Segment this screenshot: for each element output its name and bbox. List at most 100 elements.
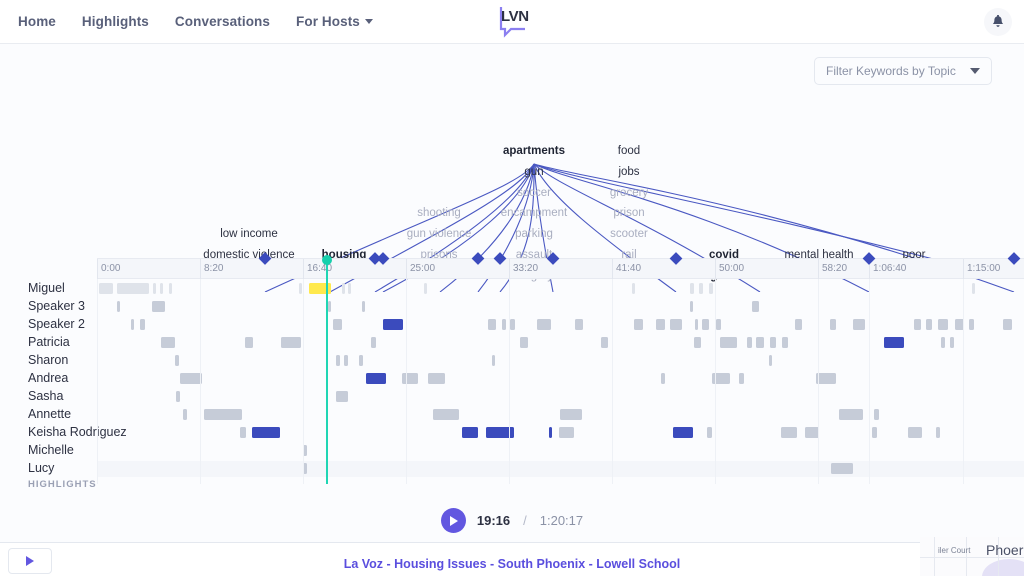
keyword-grocery[interactable]: grocery xyxy=(610,187,648,199)
timeline-segment-block[interactable] xyxy=(969,319,974,330)
keyword-prison[interactable]: prison xyxy=(613,207,644,219)
keyword-low-income[interactable]: low income xyxy=(220,228,278,240)
timeline-segment-block[interactable] xyxy=(299,283,302,294)
timeline-ruler[interactable]: 0:00 8:20 16:40 25:00 33:20 41:40 50:00 58:20 1:… xyxy=(97,258,1024,280)
timeline-segment-block[interactable] xyxy=(359,355,363,366)
timeline-row[interactable]: Keisha Rodriguez xyxy=(0,423,1024,441)
keyword-gun-violence[interactable]: gun violence xyxy=(407,228,472,240)
nav-item-for-hosts[interactable]: For Hosts xyxy=(296,14,373,29)
keyword-encampment[interactable]: encampment xyxy=(501,207,567,219)
timeline-segment-block[interactable] xyxy=(336,391,348,402)
timeline-segment-block[interactable] xyxy=(926,319,932,330)
timeline-segment-block[interactable] xyxy=(510,319,515,330)
playhead-knob[interactable] xyxy=(322,255,332,265)
timeline-accent-block[interactable] xyxy=(462,427,478,438)
timeline-segment-block[interactable] xyxy=(428,373,445,384)
keyword-soccer[interactable]: soccer xyxy=(517,187,551,199)
timeline-segment-block[interactable] xyxy=(694,337,701,348)
timeline-segment-block[interactable] xyxy=(830,319,836,330)
timeline-row[interactable]: Speaker 3 xyxy=(0,297,1024,315)
timeline-segment-block[interactable] xyxy=(831,463,853,474)
keyword-jobs[interactable]: jobs xyxy=(618,166,639,178)
timeline-segment-block[interactable] xyxy=(936,427,940,438)
keyword-apartments[interactable]: apartments xyxy=(503,145,565,157)
keyword-food[interactable]: food xyxy=(618,145,640,157)
nav-item-home[interactable]: Home xyxy=(18,14,56,29)
keyword-gun[interactable]: gun xyxy=(524,166,543,178)
timeline-segment-block[interactable] xyxy=(575,319,583,330)
timeline-segment-block[interactable] xyxy=(140,319,145,330)
timeline-segment-block[interactable] xyxy=(362,301,365,312)
timeline-segment-block[interactable] xyxy=(950,337,954,348)
keyword-shooting[interactable]: shooting xyxy=(417,207,460,219)
timeline-segment-block[interactable] xyxy=(816,373,836,384)
timeline-segment-block[interactable] xyxy=(874,409,879,420)
filter-keywords-by-topic-select[interactable]: Filter Keywords by Topic xyxy=(814,57,992,85)
timeline-accent-block[interactable] xyxy=(252,427,280,438)
keyword-scooter[interactable]: scooter xyxy=(610,228,648,240)
timeline-row[interactable]: Patricia xyxy=(0,333,1024,351)
timeline-segment-block[interactable] xyxy=(183,409,187,420)
timeline-segment-block[interactable] xyxy=(344,355,348,366)
timeline-segment-block[interactable] xyxy=(180,373,202,384)
timeline-segment-block[interactable] xyxy=(204,409,242,420)
timeline-segment-block[interactable] xyxy=(634,319,643,330)
timeline-segment-block[interactable] xyxy=(938,319,948,330)
timeline-row[interactable]: Andrea xyxy=(0,369,1024,387)
timeline-segment-block[interactable] xyxy=(908,427,922,438)
timeline-segment-block[interactable] xyxy=(559,427,574,438)
timeline-row[interactable]: HIGHLIGHTS xyxy=(0,477,1024,495)
timeline-segment-block[interactable] xyxy=(972,283,975,294)
timeline-segment-block[interactable] xyxy=(716,319,721,330)
timeline-segment-block[interactable] xyxy=(702,319,709,330)
timeline-segment-block[interactable] xyxy=(839,409,863,420)
nav-item-conversations[interactable]: Conversations xyxy=(175,14,270,29)
timeline-segment-block[interactable] xyxy=(752,301,759,312)
timeline-segment-block[interactable] xyxy=(872,427,877,438)
timeline-segment-block[interactable] xyxy=(502,319,506,330)
timeline-segment-block[interactable] xyxy=(739,373,744,384)
timeline-segment-block[interactable] xyxy=(336,355,340,366)
timeline-segment-block[interactable] xyxy=(805,427,819,438)
timeline-row[interactable]: Michelle xyxy=(0,441,1024,459)
lvn-logo[interactable]: LVN xyxy=(492,4,532,40)
timeline-segment-block[interactable] xyxy=(328,301,331,312)
timeline-segment-block[interactable] xyxy=(720,337,737,348)
timeline-segment-block[interactable] xyxy=(99,283,113,294)
timeline-row[interactable]: Miguel xyxy=(0,279,1024,297)
play-button[interactable] xyxy=(440,508,466,533)
timeline-segment-block[interactable] xyxy=(245,337,253,348)
timeline-segment-block[interactable] xyxy=(152,301,165,312)
timeline-segment-block[interactable] xyxy=(402,373,418,384)
timeline-segment-block[interactable] xyxy=(756,337,764,348)
timeline-segment-block[interactable] xyxy=(492,355,495,366)
timeline-segment-block[interactable] xyxy=(695,319,698,330)
timeline-segment-block[interactable] xyxy=(1003,319,1012,330)
timeline-segment-block[interactable] xyxy=(769,355,772,366)
timeline-accent-block[interactable] xyxy=(549,427,552,438)
timeline-segment-block[interactable] xyxy=(782,337,788,348)
timeline-segment-block[interactable] xyxy=(770,337,776,348)
timeline-segment-block[interactable] xyxy=(433,409,459,420)
timeline-segment-block[interactable] xyxy=(371,337,376,348)
notifications-button[interactable] xyxy=(984,8,1012,36)
timeline-segment-block[interactable] xyxy=(153,283,156,294)
timeline-row[interactable]: Annette xyxy=(0,405,1024,423)
timeline-accent-block[interactable] xyxy=(366,373,386,384)
timeline-segment-block[interactable] xyxy=(117,301,120,312)
timeline-segment-block[interactable] xyxy=(656,319,665,330)
timeline-segment-block[interactable] xyxy=(537,319,551,330)
timeline-segment-block[interactable] xyxy=(169,283,172,294)
timeline-segment-block[interactable] xyxy=(348,283,351,294)
timeline-segment-block[interactable] xyxy=(424,283,427,294)
timeline-segment-block[interactable] xyxy=(520,337,528,348)
timeline-row[interactable]: Lucy xyxy=(0,459,1024,477)
timeline-segment-block[interactable] xyxy=(699,283,703,294)
playhead[interactable] xyxy=(322,255,332,484)
timeline-segment-block[interactable] xyxy=(175,355,179,366)
timeline-segment-block[interactable] xyxy=(661,373,665,384)
timeline-segment-block[interactable] xyxy=(601,337,608,348)
timeline-row[interactable]: Sharon xyxy=(0,351,1024,369)
timeline-segment-block[interactable] xyxy=(690,301,693,312)
timeline-segment-block[interactable] xyxy=(670,319,682,330)
